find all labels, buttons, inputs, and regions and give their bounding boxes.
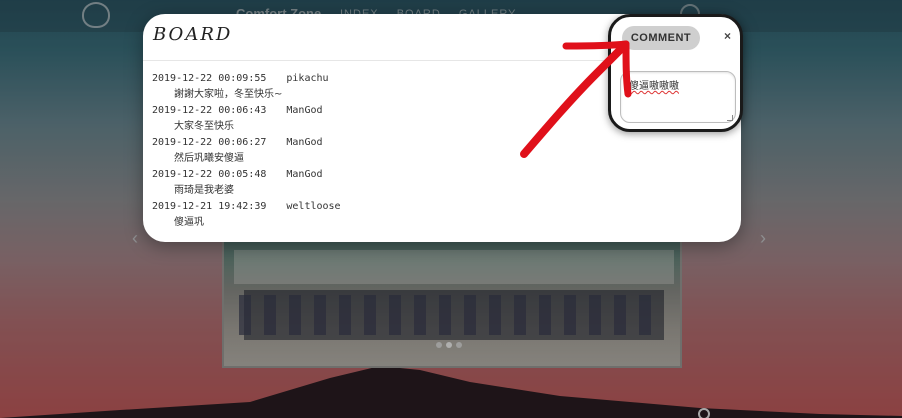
list-item: 2019-12-22 00:09:55 pikachu 謝謝大家啦，冬至快乐~ [152, 71, 572, 103]
entry-time: 2019-12-21 19:42:39 [152, 201, 267, 212]
entry-message: 然后巩曦安傻逼 [174, 153, 244, 164]
entry-header: 2019-12-22 00:06:27 ManGod [152, 135, 572, 151]
close-icon[interactable]: × [724, 29, 731, 43]
entry-message: 謝謝大家啦，冬至快乐~ [174, 89, 283, 100]
list-item: 2019-12-22 00:06:43 ManGod 大家冬至快乐 [152, 103, 572, 135]
entry-user: ManGod [286, 137, 323, 148]
entry-user: ManGod [286, 105, 323, 116]
entry-header: 2019-12-21 19:42:39 weltloose [152, 199, 572, 215]
entry-time: 2019-12-22 00:05:48 [152, 169, 267, 180]
entry-user: ManGod [286, 169, 323, 180]
list-item: 2019-12-21 19:42:39 weltloose 傻逼巩 [152, 199, 572, 231]
list-item: 2019-12-22 00:06:27 ManGod 然后巩曦安傻逼 [152, 135, 572, 167]
textarea-resize-handle[interactable] [727, 115, 733, 121]
comment-input-value: 傻逼嗷嗷嗷 [629, 81, 679, 92]
entry-time: 2019-12-22 00:06:43 [152, 105, 267, 116]
entry-header: 2019-12-22 00:09:55 pikachu [152, 71, 572, 87]
board-message-list: 2019-12-22 00:09:55 pikachu 謝謝大家啦，冬至快乐~ 2… [152, 71, 572, 231]
entry-header: 2019-12-22 00:06:43 ManGod [152, 103, 572, 119]
comment-input[interactable]: 傻逼嗷嗷嗷 [620, 71, 736, 123]
entry-user: pikachu [286, 73, 329, 84]
entry-message: 雨琦是我老婆 [174, 185, 234, 196]
comment-button[interactable]: COMMENT [622, 26, 700, 50]
list-item: 2019-12-22 00:05:48 ManGod 雨琦是我老婆 [152, 167, 572, 199]
entry-message: 傻逼巩 [174, 217, 204, 228]
entry-user: weltloose [286, 201, 341, 212]
entry-header: 2019-12-22 00:05:48 ManGod [152, 167, 572, 183]
board-title: BOARD [153, 24, 233, 45]
entry-time: 2019-12-22 00:09:55 [152, 73, 267, 84]
comment-panel: COMMENT × 傻逼嗷嗷嗷 [608, 14, 743, 132]
entry-time: 2019-12-22 00:06:27 [152, 137, 267, 148]
entry-message: 大家冬至快乐 [174, 121, 234, 132]
